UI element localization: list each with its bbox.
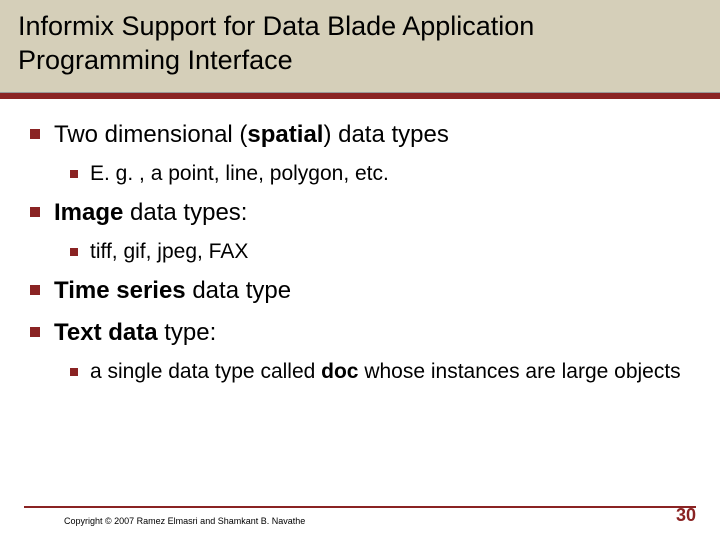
list-item: tiff, gif, jpeg, FAX [70, 238, 690, 265]
bullet-text: Text data type: [54, 317, 216, 348]
slide-content: Two dimensional (spatial) data types E. … [0, 99, 720, 406]
bullet-icon [30, 327, 40, 337]
list-item: Image data types: [30, 197, 690, 228]
bullet-text: a single data type called doc whose inst… [90, 358, 681, 385]
bullet-text: Two dimensional (spatial) data types [54, 119, 449, 150]
page-number: 30 [676, 505, 696, 526]
slide-header: Informix Support for Data Blade Applicat… [0, 0, 720, 93]
slide-title: Informix Support for Data Blade Applicat… [18, 10, 702, 78]
bullet-icon [30, 129, 40, 139]
bullet-icon [30, 207, 40, 217]
list-item: Two dimensional (spatial) data types [30, 119, 690, 150]
bullet-icon [30, 285, 40, 295]
bullet-icon [70, 368, 78, 376]
bullet-icon [70, 248, 78, 256]
bullet-text: E. g. , a point, line, polygon, etc. [90, 160, 389, 187]
list-item: a single data type called doc whose inst… [70, 358, 690, 385]
footer-divider [24, 506, 696, 508]
bullet-text: Time series data type [54, 275, 291, 306]
list-item: E. g. , a point, line, polygon, etc. [70, 160, 690, 187]
bullet-text: tiff, gif, jpeg, FAX [90, 238, 248, 265]
slide-footer: Copyright © 2007 Ramez Elmasri and Shamk… [0, 506, 720, 526]
bullet-icon [70, 170, 78, 178]
bullet-text: Image data types: [54, 197, 247, 228]
list-item: Text data type: [30, 317, 690, 348]
list-item: Time series data type [30, 275, 690, 306]
copyright-text: Copyright © 2007 Ramez Elmasri and Shamk… [64, 516, 696, 526]
